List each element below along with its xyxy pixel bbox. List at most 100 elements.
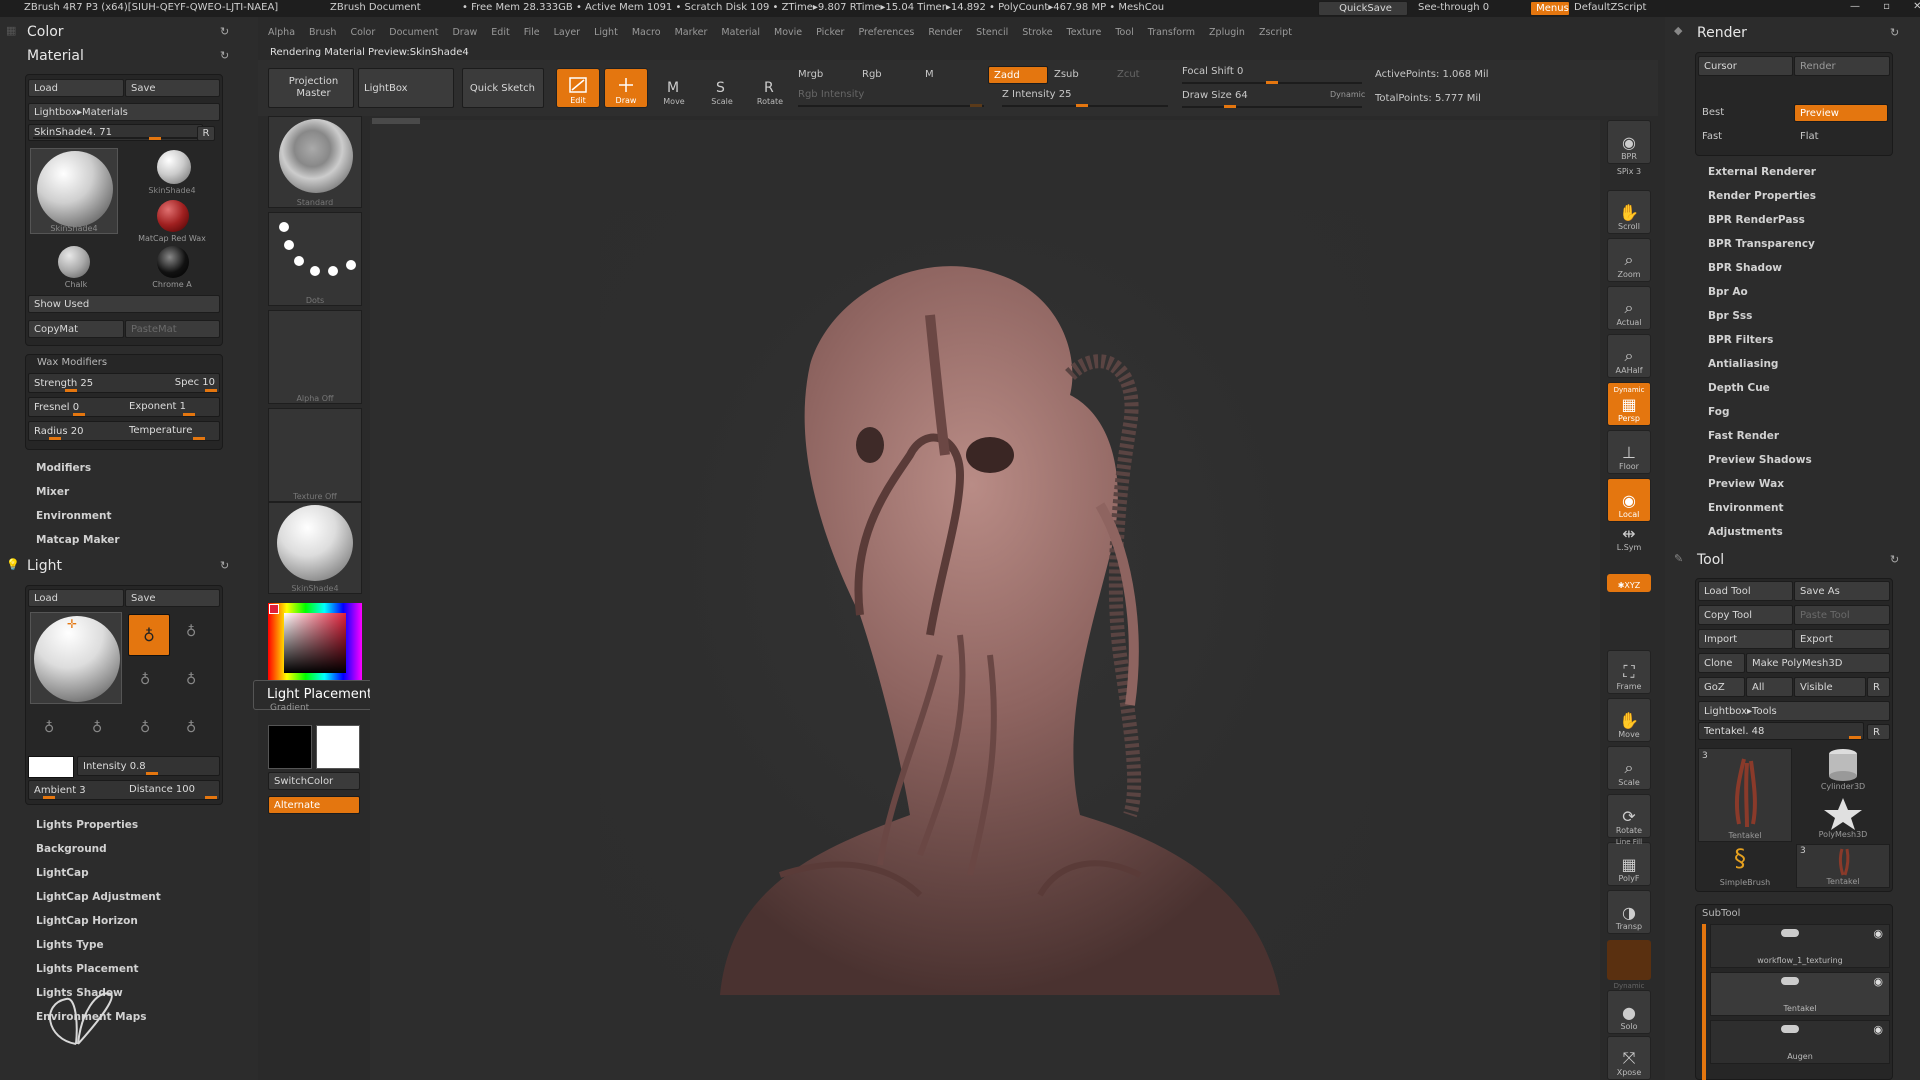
render-subpalette-fast-render[interactable]: Fast Render	[1708, 430, 1779, 442]
paste-tool-button[interactable]: Paste Tool	[1794, 605, 1890, 625]
toggle-icon[interactable]	[1781, 977, 1799, 985]
scale-button[interactable]: S Scale	[700, 68, 744, 108]
intensity-slider[interactable]: Intensity 0.8	[77, 756, 220, 776]
alpha-thumb[interactable]: Alpha Off	[268, 310, 362, 404]
make-polymesh-button[interactable]: Make PolyMesh3D	[1746, 653, 1890, 673]
all-button[interactable]: All	[1746, 677, 1793, 697]
pastemat-button[interactable]: PasteMat	[125, 320, 220, 338]
render-subpalette-bpr-shadow[interactable]: BPR Shadow	[1708, 262, 1782, 274]
subtool-label[interactable]: SubTool	[1702, 908, 1740, 919]
cursor-button[interactable]: Cursor	[1698, 56, 1793, 76]
light-6-bulb-icon[interactable]: ♁	[92, 720, 102, 736]
zadd-button[interactable]: Zadd	[988, 66, 1048, 84]
brush-thumb[interactable]: Standard	[268, 116, 362, 208]
fresnel-slider[interactable]: Fresnel 0 Exponent 1	[28, 397, 220, 417]
render-subpalette-external-renderer[interactable]: External Renderer	[1708, 166, 1816, 178]
window-controls[interactable]: — ▫ ✕	[1850, 1, 1920, 12]
xyz-button[interactable]: ✱XYZ	[1607, 574, 1651, 592]
render-subpalette-bpr-sss[interactable]: Bpr Sss	[1708, 310, 1752, 322]
material-subpalette-modifiers[interactable]: Modifiers	[36, 462, 91, 474]
copy-tool-button[interactable]: Copy Tool	[1698, 605, 1793, 625]
aahalf-button[interactable]: ⌕ AAHalf	[1607, 334, 1651, 378]
edit-button[interactable]: Edit	[556, 68, 600, 108]
subtool-item[interactable]: ◉ Tentakel	[1710, 972, 1890, 1016]
move-button[interactable]: M Move	[652, 68, 696, 108]
gradient-label[interactable]: Gradient	[270, 703, 309, 713]
clone-button[interactable]: Clone	[1698, 653, 1745, 673]
zoom-button[interactable]: ⌕ Zoom	[1607, 238, 1651, 282]
refresh-icon[interactable]: ↻	[1890, 26, 1899, 39]
dynamic-toggle[interactable]: Dynamic	[1330, 90, 1365, 99]
scroll-button[interactable]: ✋ Scroll	[1607, 190, 1651, 234]
refresh-icon[interactable]: ↻	[220, 49, 229, 62]
menu-transform[interactable]: Transform	[1148, 27, 1195, 38]
menu-material[interactable]: Material	[721, 27, 760, 38]
ambient-slider[interactable]: Ambient 3 Distance 100	[28, 780, 220, 800]
import-button[interactable]: Import	[1698, 629, 1793, 649]
tool-thumb-simplebrush[interactable]: § SimpleBrush	[1698, 844, 1792, 888]
fast-button[interactable]: Fast	[1702, 131, 1722, 142]
main-color-swatch[interactable]	[316, 725, 360, 769]
menu-picker[interactable]: Picker	[816, 27, 844, 38]
render-palette-title[interactable]: Render	[1697, 25, 1747, 41]
visibility-eye-icon[interactable]: ◉	[1873, 975, 1883, 988]
menu-stencil[interactable]: Stencil	[976, 27, 1008, 38]
menu-tool[interactable]: Tool	[1115, 27, 1133, 38]
subtool-item[interactable]: ◉ Augen	[1710, 1020, 1890, 1064]
light-2-bulb-icon[interactable]: ♁	[186, 624, 196, 640]
menu-macro[interactable]: Macro	[632, 27, 661, 38]
best-button[interactable]: Best	[1702, 107, 1724, 118]
light-1-bulb-icon[interactable]: ♁	[128, 614, 170, 656]
tentakel-slider[interactable]: Tentakel. 48	[1698, 722, 1864, 740]
menu-stroke[interactable]: Stroke	[1022, 27, 1052, 38]
tool-thumb-cylinder3d[interactable]: Cylinder3D	[1796, 748, 1890, 792]
light-8-bulb-icon[interactable]: ♁	[186, 720, 196, 736]
menu-texture[interactable]: Texture	[1067, 27, 1102, 38]
menu-layer[interactable]: Layer	[554, 27, 581, 38]
current-color-swatch[interactable]	[269, 604, 279, 614]
move-button[interactable]: ✋ Move	[1607, 698, 1651, 742]
toggle-icon[interactable]	[1781, 929, 1799, 937]
light-subpalette-background[interactable]: Background	[36, 843, 107, 855]
menu-zplugin[interactable]: Zplugin	[1209, 27, 1245, 38]
secondary-color-swatch[interactable]	[268, 725, 312, 769]
render-subpalette-render-properties[interactable]: Render Properties	[1708, 190, 1816, 202]
menus-button[interactable]: Menus	[1530, 1, 1570, 16]
skinshade-slider[interactable]: SkinShade4. 71	[28, 124, 203, 141]
menu-edit[interactable]: Edit	[491, 27, 509, 38]
light-subpalette-lights-type[interactable]: Lights Type	[36, 939, 104, 951]
actual-button[interactable]: ⌕ Actual	[1607, 286, 1651, 330]
refresh-icon[interactable]: ↻	[1890, 553, 1899, 566]
floor-button[interactable]: ⊥ Floor	[1607, 430, 1651, 474]
bpr-button[interactable]: ◉ BPR	[1607, 120, 1651, 164]
render-subpalette-bpr-ao[interactable]: Bpr Ao	[1708, 286, 1748, 298]
copymat-button[interactable]: CopyMat	[28, 320, 124, 338]
refresh-icon[interactable]: ↻	[220, 25, 229, 38]
frame-button[interactable]: ⛶ Frame	[1607, 650, 1651, 694]
tool-thumb-tentakel-2[interactable]: 3 Tentakel	[1796, 844, 1890, 888]
default-zscript[interactable]: DefaultZScript	[1574, 2, 1646, 13]
light-position-marker[interactable]: ✛	[67, 617, 77, 631]
projection-master-button[interactable]: Projection Master	[268, 68, 354, 108]
material-chrome-a[interactable]: Chrome A	[127, 246, 217, 290]
spix-button[interactable]: SPix 3	[1607, 164, 1651, 178]
strength-slider[interactable]: Strength 25 Spec 10	[28, 373, 220, 393]
mrgb-button[interactable]: Mrgb	[798, 69, 823, 80]
menu-zscript[interactable]: Zscript	[1259, 27, 1292, 38]
menu-brush[interactable]: Brush	[309, 27, 336, 38]
render-subpalette-preview-wax[interactable]: Preview Wax	[1708, 478, 1784, 490]
subtool-item[interactable]: ◉ workflow_1_texturing	[1710, 924, 1890, 968]
menu-draw[interactable]: Draw	[452, 27, 477, 38]
lightbox-materials-button[interactable]: Lightbox▸Materials	[28, 103, 220, 121]
menu-document[interactable]: Document	[389, 27, 438, 38]
rgb-button[interactable]: Rgb	[862, 69, 882, 80]
render-subpalette-adjustments[interactable]: Adjustments	[1708, 526, 1783, 538]
rotate-button[interactable]: R Rotate	[748, 68, 792, 108]
draw-size-slider[interactable]: Draw Size 64	[1182, 90, 1248, 101]
material-chalk[interactable]: Chalk	[28, 246, 124, 290]
material-load-button[interactable]: Load	[28, 79, 124, 97]
alien-head-sculpt[interactable]	[660, 255, 1320, 995]
render-subpalette-depth-cue[interactable]: Depth Cue	[1708, 382, 1770, 394]
load-tool-button[interactable]: Load Tool	[1698, 581, 1793, 601]
polyf-button[interactable]: ▦ PolyF	[1607, 842, 1651, 886]
